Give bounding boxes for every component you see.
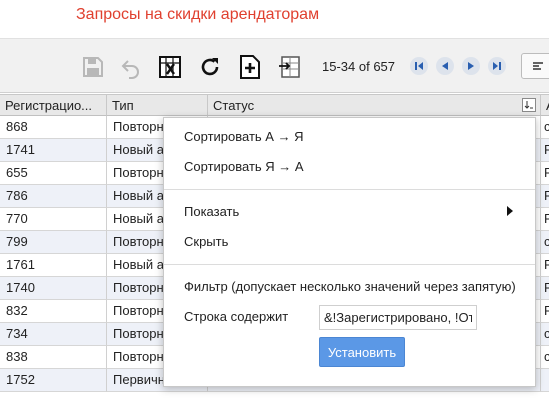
- table-cell-extra[interactable]: F: [541, 208, 549, 231]
- column-header-status[interactable]: Статус: [208, 94, 541, 116]
- add-record-icon[interactable]: [236, 53, 264, 81]
- menu-divider: [164, 189, 535, 190]
- menu-item-sort-asc[interactable]: Сортировать А → Я: [184, 129, 304, 144]
- column-header-extra[interactable]: А: [541, 94, 549, 116]
- table-cell-extra[interactable]: F: [541, 162, 549, 185]
- menu-divider: [164, 264, 535, 265]
- filter-title: Фильтр (допускает несколько значений чер…: [184, 279, 516, 294]
- table-cell-reg[interactable]: 1741: [0, 139, 107, 162]
- menu-item-show[interactable]: Показать: [184, 204, 239, 219]
- table-cell-extra[interactable]: [541, 369, 549, 392]
- table-cell-extra[interactable]: F: [541, 139, 549, 162]
- table-cell-extra[interactable]: с: [541, 231, 549, 254]
- menu-item-hide[interactable]: Скрыть: [184, 234, 228, 249]
- menu-item-sort-desc[interactable]: Сортировать Я → А: [184, 159, 304, 174]
- table-cell-extra[interactable]: с: [541, 116, 549, 139]
- column-header-type[interactable]: Тип: [107, 94, 208, 116]
- page-title: Запросы на скидки арендаторам: [76, 6, 320, 23]
- undo-icon[interactable]: [117, 53, 145, 81]
- table-cell-reg[interactable]: 868: [0, 116, 107, 139]
- table-cell-reg[interactable]: 838: [0, 346, 107, 369]
- filter-contains-input[interactable]: [319, 305, 477, 330]
- table-cell-reg[interactable]: 786: [0, 185, 107, 208]
- table-cell-reg[interactable]: 1752: [0, 369, 107, 392]
- submenu-arrow-icon: [507, 206, 513, 216]
- table-cell-reg[interactable]: 832: [0, 300, 107, 323]
- column-menu-icon[interactable]: [522, 98, 536, 112]
- table-cell-reg[interactable]: 734: [0, 323, 107, 346]
- column-context-menu: Сортировать А → Я Сортировать Я → А Пока…: [163, 117, 536, 387]
- filter-contains-label: Строка содержит: [184, 309, 289, 324]
- table-cell-extra[interactable]: F: [541, 300, 549, 323]
- table-cell-extra[interactable]: с: [541, 323, 549, 346]
- refresh-icon[interactable]: [196, 53, 224, 81]
- last-page-icon[interactable]: [488, 57, 506, 75]
- next-page-icon[interactable]: [462, 57, 480, 75]
- column-header-registration[interactable]: Регистрацио...: [0, 94, 107, 116]
- table-cell-reg[interactable]: 770: [0, 208, 107, 231]
- first-page-icon[interactable]: [410, 57, 428, 75]
- prev-page-icon[interactable]: [436, 57, 454, 75]
- toolbar: 15-34 of 657: [0, 38, 549, 93]
- table-cell-reg[interactable]: 1740: [0, 277, 107, 300]
- table-cell-extra[interactable]: с: [541, 346, 549, 369]
- column-header-status-label: Статус: [213, 98, 255, 113]
- save-icon[interactable]: [79, 53, 107, 81]
- table-cell-extra[interactable]: F: [541, 185, 549, 208]
- table-cell-extra[interactable]: F: [541, 277, 549, 300]
- table-cell-extra[interactable]: F: [541, 254, 549, 277]
- view-options-icon[interactable]: [521, 53, 549, 79]
- pager-range: 15-34 of 657: [322, 59, 396, 74]
- apply-filter-button[interactable]: Установить: [319, 337, 405, 367]
- table-cell-reg[interactable]: 799: [0, 231, 107, 254]
- excel-export-icon[interactable]: [156, 53, 184, 81]
- import-icon[interactable]: [276, 53, 304, 81]
- table-cell-reg[interactable]: 1761: [0, 254, 107, 277]
- table-cell-reg[interactable]: 655: [0, 162, 107, 185]
